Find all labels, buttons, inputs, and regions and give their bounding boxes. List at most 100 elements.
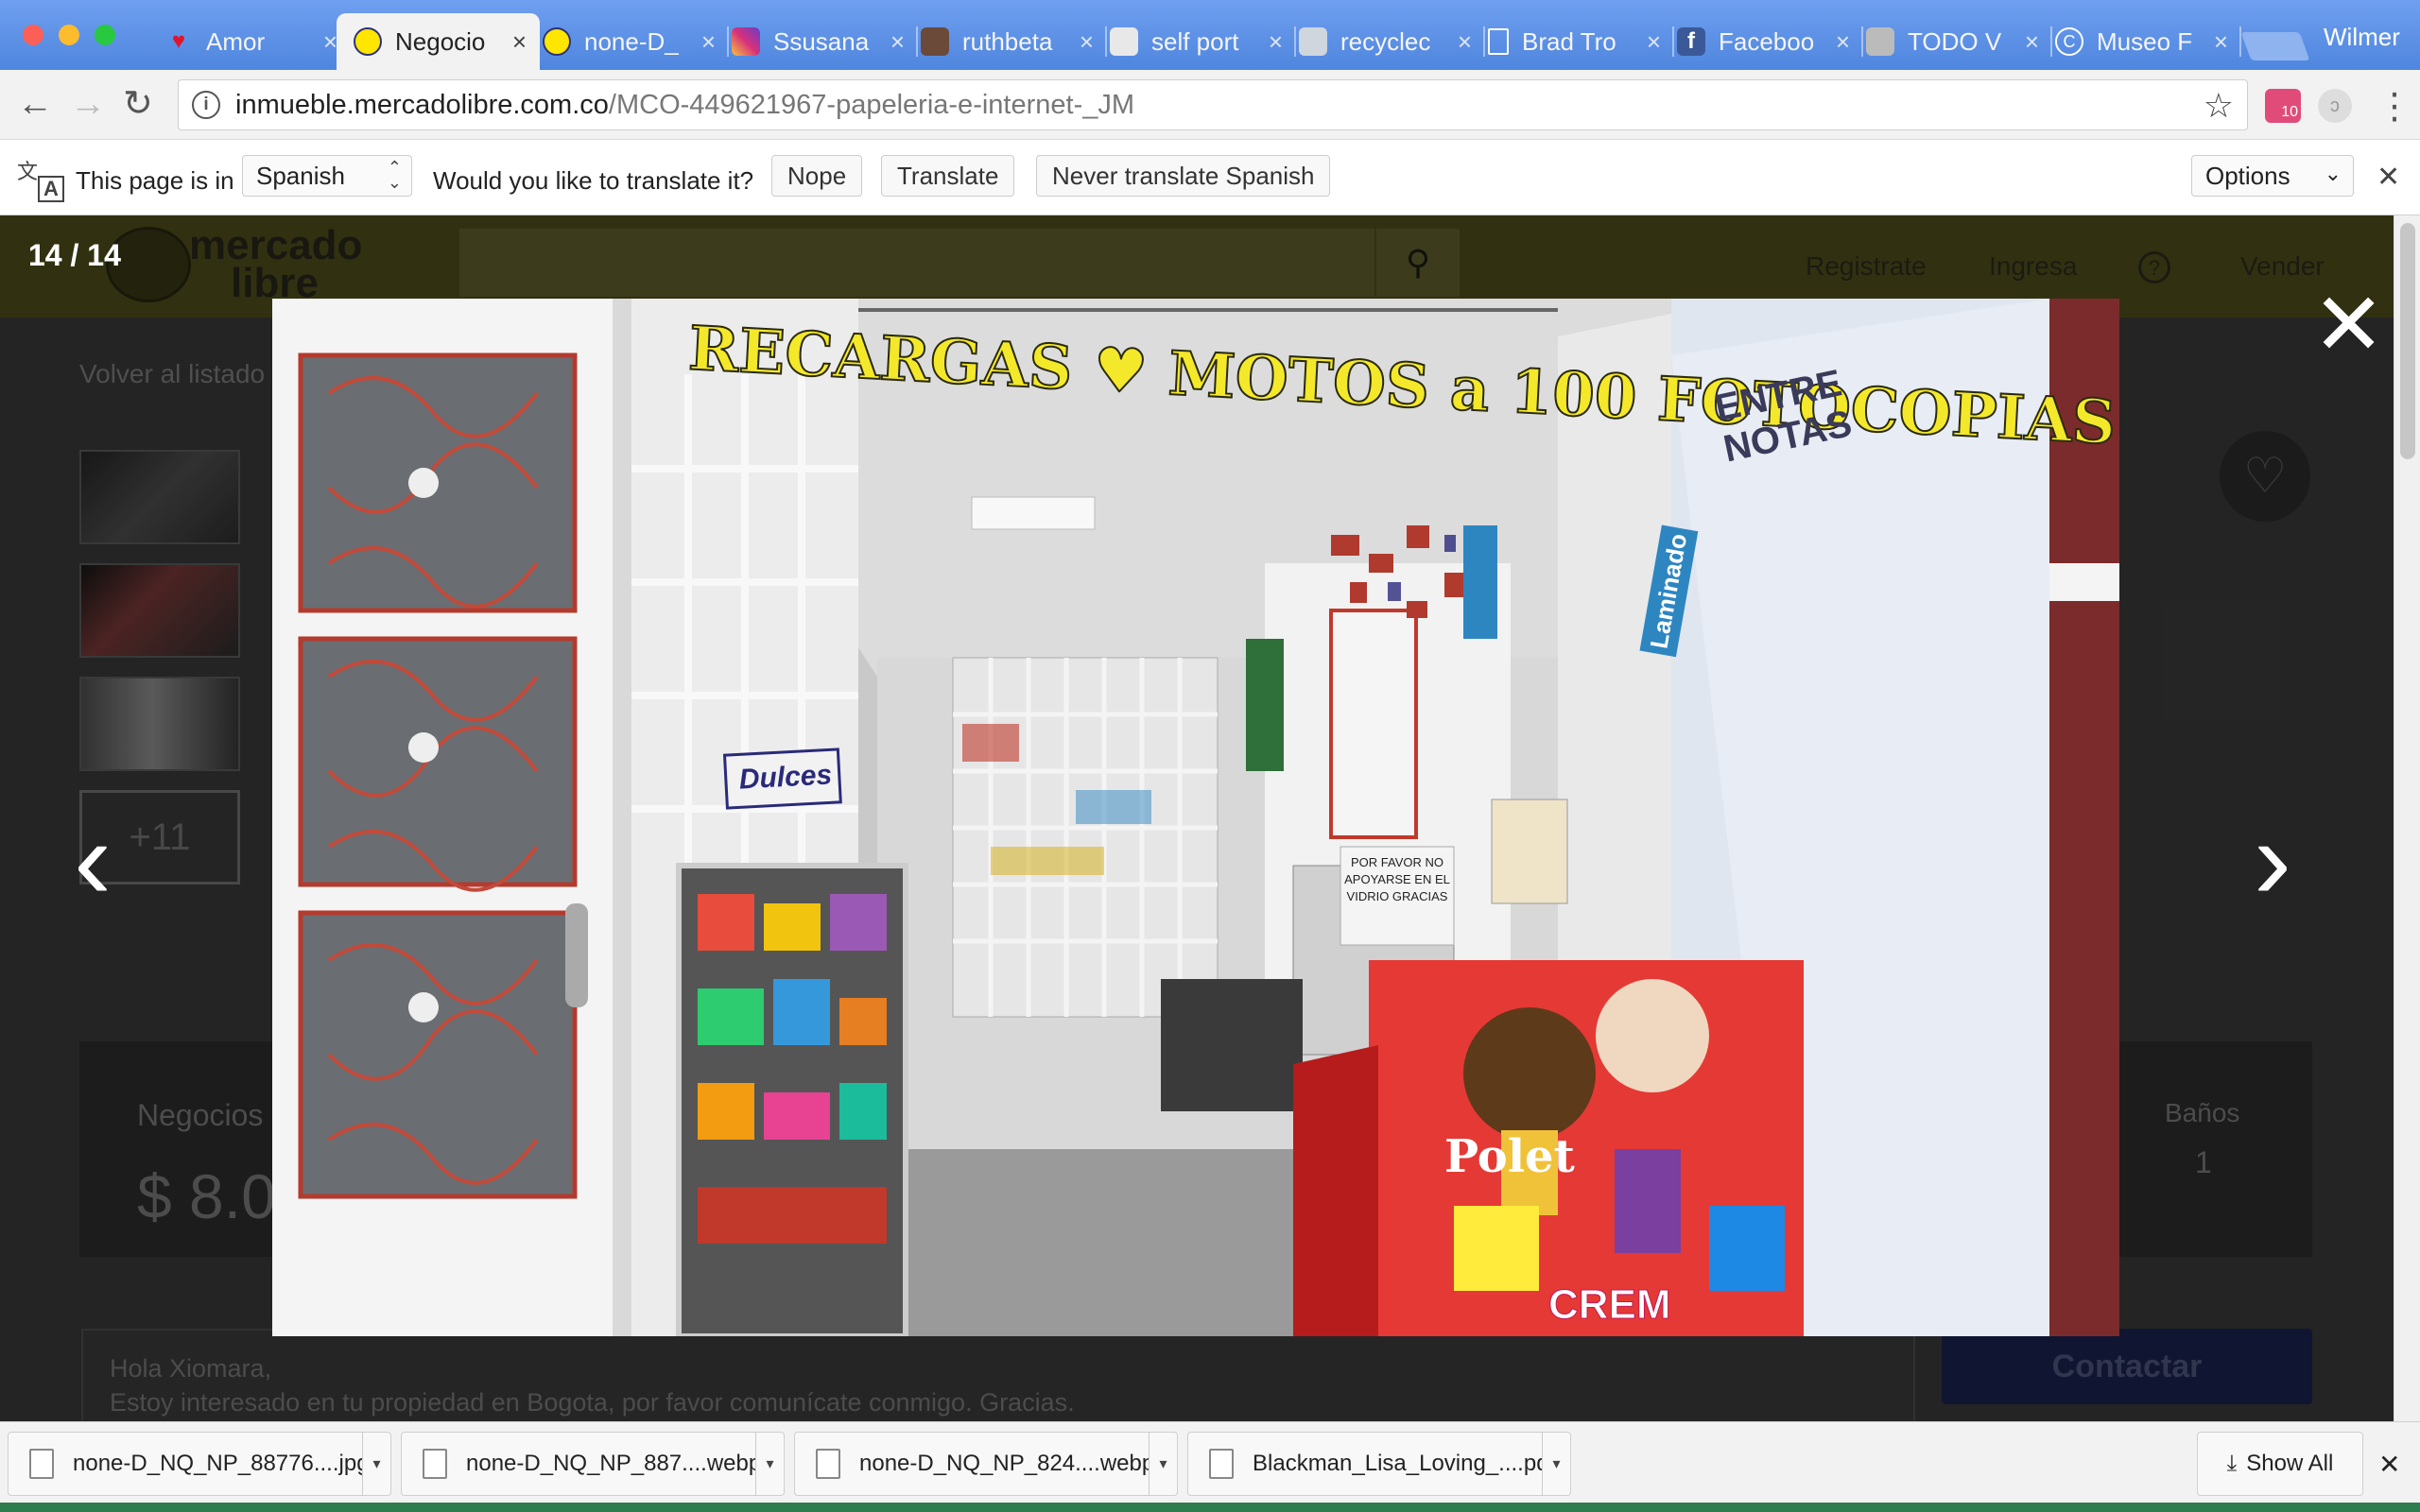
desktop-strip (0, 1503, 2420, 1512)
chevron-down-icon[interactable]: ▾ (755, 1432, 784, 1496)
window-close-button[interactable] (23, 25, 43, 45)
close-icon[interactable]: × (512, 27, 527, 57)
photo-glass-notice: POR FAVOR NO APOYARSE EN EL VIDRIO GRACI… (1344, 855, 1450, 903)
forward-arrow-icon[interactable]: → (70, 85, 106, 123)
show-all-downloads-button[interactable]: ⤓ Show All (2197, 1432, 2363, 1496)
translate-bar: 文A This page is in Spanish ⌃ ⌄ Would you … (0, 140, 2420, 215)
close-icon[interactable]: × (323, 27, 337, 57)
download-item[interactable]: none-D_NQ_NP_88776....jpg ▾ (8, 1432, 391, 1496)
nav-register[interactable]: Registrate (1806, 251, 1927, 282)
contact-message-textarea[interactable]: Hola Xiomara, Estoy interesado en tu pro… (81, 1329, 1915, 1421)
close-icon[interactable]: × (1269, 27, 1283, 57)
previous-image-chevron-icon[interactable]: ‹ (74, 803, 112, 917)
browser-tab[interactable]: ♥ Amor × (147, 13, 351, 70)
extension-badge-icon[interactable]: 10 (2265, 89, 2301, 123)
chevron-down-icon[interactable]: ▾ (1149, 1432, 1177, 1496)
contact-button[interactable]: Contactar (1942, 1329, 2312, 1404)
browser-tab[interactable]: Ssusana × (715, 13, 918, 70)
tab-label: Amor (206, 26, 266, 56)
close-icon[interactable]: × (1458, 27, 1472, 57)
lightbox-close-icon[interactable]: ✕ (2312, 282, 2385, 369)
close-icon[interactable]: × (890, 27, 905, 57)
download-item[interactable]: none-D_NQ_NP_887....webp ▾ (401, 1432, 785, 1496)
browser-tab[interactable]: Brad Tro × (1471, 13, 1674, 70)
close-icon[interactable]: × (701, 27, 716, 57)
chevron-down-icon[interactable]: ▾ (1542, 1432, 1570, 1496)
translate-button[interactable]: Translate (881, 155, 1015, 197)
menu-kebab-icon[interactable]: ⋮ (2377, 85, 2412, 128)
heart-icon[interactable]: ♡ (2220, 431, 2310, 522)
close-icon[interactable]: × (2025, 27, 2039, 57)
window-minimize-button[interactable] (59, 25, 79, 45)
download-item[interactable]: Blackman_Lisa_Loving_....pdf ▾ (1187, 1432, 1571, 1496)
browser-toolbar: ← → ↻ i inmueble.mercadolibre.com.co/MCO… (0, 70, 2420, 140)
site-logo-text[interactable]: mercado libre (189, 225, 362, 306)
image-icon (1299, 27, 1327, 56)
browser-tab[interactable]: recyclec × (1282, 13, 1485, 70)
reload-icon[interactable]: ↻ (123, 85, 153, 123)
listing-price: $ 8.0 (137, 1161, 276, 1231)
image-icon (1110, 27, 1138, 56)
browser-tab[interactable]: ruthbeta × (904, 13, 1107, 70)
extension-icon[interactable]: ↄ (2318, 89, 2352, 123)
browser-tab[interactable]: self port × (1093, 13, 1296, 70)
downloads-shelf: none-D_NQ_NP_88776....jpg ▾ none-D_NQ_NP… (0, 1421, 2420, 1512)
tab-label: ruthbeta (962, 26, 1053, 56)
window-zoom-button[interactable] (95, 25, 115, 45)
listing-title: Negocios (137, 1098, 264, 1132)
language-value: Spanish (256, 162, 345, 190)
close-icon[interactable]: ✕ (2377, 161, 2400, 194)
page-scrollbar[interactable] (2394, 215, 2420, 1421)
updown-caret-icon: ⌃ ⌄ (387, 158, 402, 192)
tab-label: Ssusana (773, 26, 870, 56)
browser-tab[interactable]: C Museo F × (2038, 13, 2241, 70)
instagram-icon (732, 27, 760, 56)
logo-word: libre (231, 260, 319, 306)
store-photo-illustration (272, 299, 2119, 1336)
help-icon[interactable]: ? (2138, 251, 2170, 284)
profile-name[interactable]: Wilmer (2324, 23, 2400, 52)
gallery-thumbnail[interactable] (79, 450, 240, 544)
tab-label: self port (1151, 26, 1239, 56)
nav-login[interactable]: Ingresa (1989, 251, 2077, 282)
options-select[interactable]: Options ⌄ (2191, 155, 2354, 197)
bathrooms-value: 1 (2195, 1145, 2212, 1179)
scrollbar-thumb[interactable] (2400, 223, 2415, 459)
browser-tab-active[interactable]: Negocio × (337, 13, 540, 70)
close-icon[interactable]: ✕ (2378, 1449, 2400, 1480)
back-to-listing-link[interactable]: Volver al listado (79, 359, 265, 389)
mercadolibre-icon (543, 27, 571, 56)
close-icon[interactable]: × (1647, 27, 1661, 57)
chevron-down-icon[interactable]: ▾ (362, 1432, 390, 1496)
translate-question: Would you like to translate it? (433, 166, 754, 195)
url-path: /MCO-449621967-papeleria-e-internet-_JM (608, 89, 1135, 120)
browser-tab[interactable]: TODO V × (1849, 13, 2052, 70)
new-tab-button[interactable] (2240, 32, 2310, 60)
never-translate-button[interactable]: Never translate Spanish (1036, 155, 1331, 197)
close-icon[interactable]: × (1836, 27, 1850, 57)
info-icon[interactable]: i (192, 91, 220, 119)
download-item[interactable]: none-D_NQ_NP_824....webp ▾ (794, 1432, 1178, 1496)
back-arrow-icon[interactable]: ← (17, 85, 53, 123)
browser-tab[interactable]: none-D_ × (526, 13, 729, 70)
browser-tab[interactable]: f Faceboo × (1660, 13, 1863, 70)
address-bar[interactable]: i inmueble.mercadolibre.com.co/MCO-44962… (178, 79, 2248, 130)
copyright-icon: C (2055, 27, 2083, 56)
download-filename: Blackman_Lisa_Loving_....pdf (1253, 1451, 1542, 1476)
download-arrow-icon: ⤓ (2226, 1451, 2238, 1476)
close-icon[interactable]: × (1080, 27, 1094, 57)
language-select[interactable]: Spanish ⌃ ⌄ (242, 155, 412, 197)
download-filename: none-D_NQ_NP_824....webp (859, 1451, 1149, 1476)
image-icon (1866, 27, 1894, 56)
close-icon[interactable]: × (2214, 27, 2228, 57)
bookmark-star-icon[interactable]: ☆ (2204, 86, 2234, 126)
photo-dulces-sign: Dulces (737, 759, 833, 796)
search-icon[interactable]: ⚲ (1374, 229, 1460, 297)
nope-button[interactable]: Nope (771, 155, 863, 197)
gallery-thumbnail[interactable] (79, 677, 240, 771)
next-image-chevron-icon[interactable]: › (2254, 803, 2291, 917)
bathrooms-label: Baños (2165, 1098, 2240, 1127)
chevron-down-icon: ⌄ (2324, 162, 2342, 185)
gallery-thumbnail[interactable] (79, 563, 240, 658)
site-search-input[interactable]: ⚲ (459, 229, 1460, 297)
